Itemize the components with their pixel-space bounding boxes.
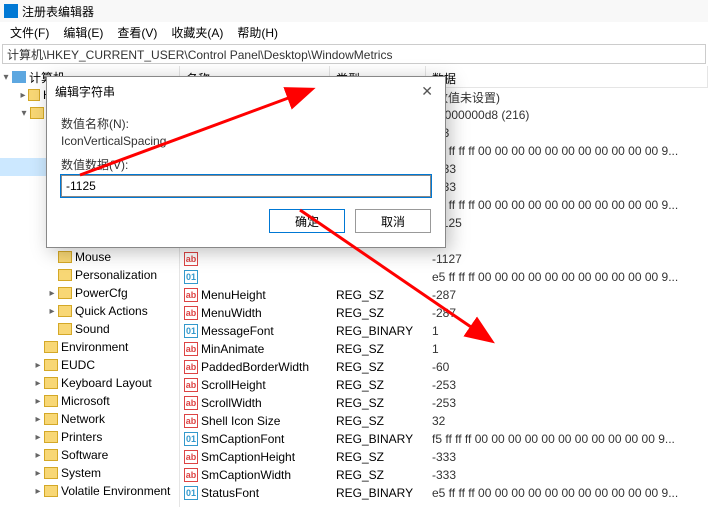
value-row[interactable]: abSmCaptionHeightREG_SZ-333	[180, 448, 708, 466]
value-string-icon: ab	[184, 468, 198, 482]
value-row[interactable]: abScrollHeightREG_SZ-253	[180, 376, 708, 394]
value-row[interactable]: 01StatusFontREG_BINARYe5 ff ff ff 00 00 …	[180, 484, 708, 502]
value-string-icon: ab	[184, 342, 198, 356]
folder-icon	[44, 467, 58, 479]
value-string-icon: ab	[184, 306, 198, 320]
folder-icon	[58, 251, 72, 263]
folder-icon	[44, 377, 58, 389]
value-string-icon: ab	[184, 450, 198, 464]
value-data-input[interactable]	[61, 175, 431, 197]
folder-icon	[44, 341, 58, 353]
folder-icon	[44, 485, 58, 497]
value-binary-icon: 01	[184, 270, 198, 284]
menu-view[interactable]: 查看(V)	[111, 22, 163, 43]
address-bar[interactable]: 计算机\HKEY_CURRENT_USER\Control Panel\Desk…	[2, 44, 706, 64]
folder-icon	[30, 107, 44, 119]
value-row[interactable]: 01SmCaptionFontREG_BINARYf5 ff ff ff 00 …	[180, 430, 708, 448]
value-row[interactable]: 01MessageFontREG_BINARY1	[180, 322, 708, 340]
value-row[interactable]: abPaddedBorderWidthREG_SZ-60	[180, 358, 708, 376]
close-icon[interactable]: ✕	[417, 83, 437, 100]
tree-item[interactable]: Mouse	[0, 248, 179, 266]
menu-favorites[interactable]: 收藏夹(A)	[165, 22, 229, 43]
dialog-title: 编辑字符串	[55, 83, 115, 100]
value-row[interactable]: abMenuHeightREG_SZ-287	[180, 286, 708, 304]
ok-button[interactable]: 确定	[269, 209, 345, 233]
value-string-icon: ab	[184, 378, 198, 392]
window-title: 注册表编辑器	[22, 3, 94, 20]
value-binary-icon: 01	[184, 486, 198, 500]
folder-icon	[44, 449, 58, 461]
value-row[interactable]: abSmCaptionWidthREG_SZ-333	[180, 466, 708, 484]
tree-item[interactable]: ▸EUDC	[0, 356, 179, 374]
value-data-label: 数值数据(V):	[61, 156, 431, 173]
tree-item[interactable]: Personalization	[0, 266, 179, 284]
folder-icon	[28, 89, 40, 101]
value-row[interactable]: abScrollWidthREG_SZ-253	[180, 394, 708, 412]
regedit-icon	[4, 4, 18, 18]
window-titlebar: 注册表编辑器	[0, 0, 708, 22]
value-string-icon: ab	[184, 360, 198, 374]
tree-item[interactable]: ▸Network	[0, 410, 179, 428]
value-row[interactable]: abMenuWidthREG_SZ-287	[180, 304, 708, 322]
tree-item[interactable]: ▸System	[0, 464, 179, 482]
value-binary-icon: 01	[184, 324, 198, 338]
menu-help[interactable]: 帮助(H)	[231, 22, 284, 43]
folder-icon	[58, 287, 72, 299]
tree-item[interactable]: ▸Software	[0, 446, 179, 464]
tree-item[interactable]: ▸PowerCfg	[0, 284, 179, 302]
folder-icon	[44, 413, 58, 425]
value-row[interactable]: abShell Icon SizeREG_SZ32	[180, 412, 708, 430]
tree-item[interactable]: ▸Quick Actions	[0, 302, 179, 320]
value-string-icon: ab	[184, 252, 198, 266]
value-string-icon: ab	[184, 414, 198, 428]
folder-icon	[58, 305, 72, 317]
cancel-button[interactable]: 取消	[355, 209, 431, 233]
value-row[interactable]: 01e5 ff ff ff 00 00 00 00 00 00 00 00 00…	[180, 268, 708, 286]
edit-string-dialog: 编辑字符串 ✕ 数值名称(N): IconVerticalSpacing 数值数…	[46, 76, 446, 248]
value-binary-icon: 01	[184, 432, 198, 446]
menubar: 文件(F) 编辑(E) 查看(V) 收藏夹(A) 帮助(H)	[0, 22, 708, 42]
menu-edit[interactable]: 编辑(E)	[57, 22, 109, 43]
computer-icon	[12, 71, 26, 83]
value-string-icon: ab	[184, 396, 198, 410]
tree-item[interactable]: ▸Microsoft	[0, 392, 179, 410]
value-name-label: 数值名称(N):	[61, 115, 431, 132]
value-row[interactable]: ab-1127	[180, 250, 708, 268]
menu-file[interactable]: 文件(F)	[4, 22, 55, 43]
col-data[interactable]: 数据	[426, 66, 708, 87]
folder-icon	[44, 395, 58, 407]
folder-icon	[58, 323, 72, 335]
tree-item[interactable]: ▸Keyboard Layout	[0, 374, 179, 392]
tree-item[interactable]: Environment	[0, 338, 179, 356]
value-string-icon: ab	[184, 288, 198, 302]
tree-item[interactable]: ▸Printers	[0, 428, 179, 446]
folder-icon	[58, 269, 72, 281]
folder-icon	[44, 359, 58, 371]
value-row[interactable]: abMinAnimateREG_SZ1	[180, 340, 708, 358]
tree-item[interactable]: Sound	[0, 320, 179, 338]
tree-item[interactable]: ▸Volatile Environment	[0, 482, 179, 500]
value-name-readonly: IconVerticalSpacing	[61, 134, 431, 148]
folder-icon	[44, 431, 58, 443]
